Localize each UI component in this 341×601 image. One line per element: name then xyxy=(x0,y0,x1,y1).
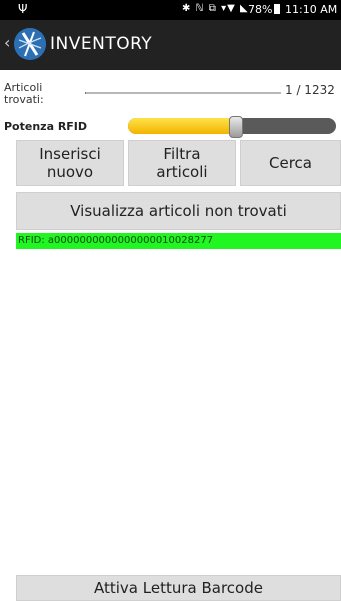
battery-icon xyxy=(274,4,281,14)
slider-thumb[interactable] xyxy=(229,116,244,138)
show-not-found-button[interactable]: Visualizza articoli non trovati xyxy=(16,192,341,230)
found-label: Articoli trovati: xyxy=(4,82,44,106)
rfid-power-slider[interactable] xyxy=(128,116,336,138)
clock: 11:10 AM xyxy=(285,3,338,16)
usb-icon: Ψ xyxy=(18,2,28,16)
app-bar: ‹ INVENTORY xyxy=(0,20,341,70)
status-icons: ✱ ℕ ⧉ ▾▼ ◣ xyxy=(182,3,249,14)
app-title: INVENTORY xyxy=(50,34,153,54)
found-label-line2: trovati: xyxy=(4,93,44,106)
inventory-logo-icon[interactable] xyxy=(14,28,46,60)
status-bar: Ψ ✱ ℕ ⧉ ▾▼ ◣ 78% 11:10 AM xyxy=(0,0,341,20)
filter-items-button[interactable]: Filtra articoli xyxy=(128,140,236,186)
rfid-list-item-text: RFID: a0000000000000000010028277 xyxy=(18,235,214,246)
filter-items-label-line1: Filtra xyxy=(163,145,201,163)
rfid-list-item[interactable]: RFID: a0000000000000000010028277 xyxy=(16,233,341,249)
activate-barcode-label: Attiva Lettura Barcode xyxy=(94,579,263,597)
search-button[interactable]: Cerca xyxy=(240,140,341,186)
found-count: 1 / 1232 xyxy=(285,83,335,97)
search-button-label: Cerca xyxy=(269,154,312,172)
show-not-found-label: Visualizza articoli non trovati xyxy=(70,202,287,220)
filter-items-label-line2: articoli xyxy=(156,163,208,181)
rfid-power-label: Potenza RFID xyxy=(4,120,88,133)
activate-barcode-button[interactable]: Attiva Lettura Barcode xyxy=(16,575,341,601)
back-arrow-icon[interactable]: ‹ xyxy=(4,33,10,52)
found-progress-bar xyxy=(85,92,281,94)
bottom-bar: Attiva Lettura Barcode xyxy=(0,575,341,601)
insert-new-button[interactable]: Inserisci nuovo xyxy=(16,140,124,186)
slider-fill xyxy=(128,118,237,134)
insert-new-label-line2: nuovo xyxy=(46,163,94,181)
insert-new-label-line1: Inserisci xyxy=(39,145,101,163)
battery-indicator: 78% xyxy=(248,3,282,16)
battery-percent: 78% xyxy=(248,3,273,16)
